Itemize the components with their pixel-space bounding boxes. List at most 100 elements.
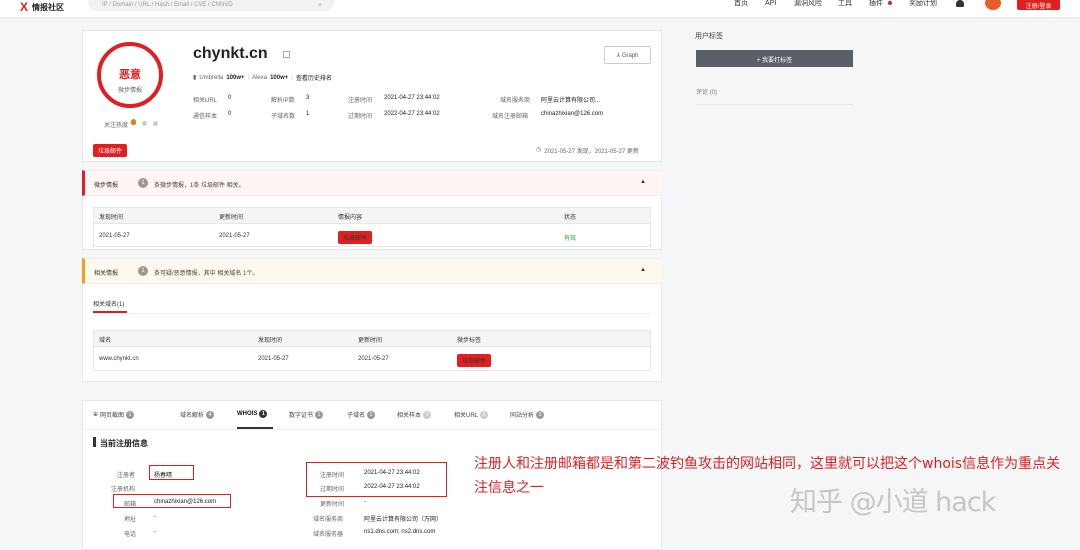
tab-samples[interactable]: 相关样本 0	[397, 410, 432, 419]
alexa-rank: 100w+	[270, 74, 289, 81]
add-tag-button[interactable]: + 我要打标签	[696, 50, 853, 67]
tab-urls[interactable]: 相关URL 0	[454, 410, 489, 419]
column-header: 更新时间	[358, 338, 383, 344]
caret-up-icon[interactable]: ▲	[640, 267, 646, 273]
stat-label: 注册时间	[348, 98, 373, 104]
highlight-box-dates	[306, 462, 447, 497]
column-header: 域名	[99, 338, 112, 344]
tab-count: 1	[126, 410, 135, 419]
tab-same-site[interactable]: 同站分析 3	[510, 410, 545, 419]
site-logo[interactable]: X 情报社区	[20, 1, 64, 13]
watermark: 知乎 @小道 hack	[790, 487, 996, 518]
spam-tag[interactable]: 垃圾邮件	[93, 144, 128, 157]
alexa-label: Alexa	[252, 74, 268, 81]
highlight-box-registrant	[149, 465, 194, 480]
registrar-value: 阿里云计算有限公司（万网）	[364, 517, 443, 523]
column-header: 微步标签	[457, 338, 482, 344]
related-count: 1	[138, 266, 148, 276]
logo-text: 情报社区	[32, 2, 65, 12]
stat-value[interactable]: 0	[228, 111, 231, 117]
column-header: 状态	[564, 215, 577, 221]
intel-content-tag[interactable]: 垃圾邮件	[338, 231, 373, 244]
whois-label: 电话	[124, 532, 137, 538]
related-desc: 条可疑/恶意情报，其中 相关域名 1个。	[154, 271, 259, 277]
globe-icon: ⊕	[93, 412, 99, 418]
nav-dot-icon	[888, 1, 892, 5]
search-input[interactable]: IP / Domain / URL / Hash / Email / CVE /…	[88, 0, 334, 11]
tab-label: 域名解析	[180, 413, 205, 419]
highlight-box-email	[113, 494, 231, 508]
stat-label: 域名注册邮箱	[492, 114, 529, 120]
tab-related-domains[interactable]: 相关域名(1)	[93, 299, 124, 308]
stat-value: 阿里云计算有限公司...	[541, 98, 601, 104]
updated-value: -	[364, 499, 366, 505]
tab-count: 4	[206, 410, 215, 419]
tab-subdomains[interactable]: 子域名 1	[347, 410, 376, 419]
nav-plugins[interactable]: 插件	[869, 0, 883, 8]
flame-icon	[131, 119, 136, 125]
tab-certificates[interactable]: 数字证书 1	[289, 410, 324, 419]
stat-value[interactable]: 0	[228, 95, 231, 101]
stat-value: chinazhixian@126.com	[541, 111, 604, 117]
column-header: 发现时间	[99, 215, 124, 221]
time-note-text: 2021-05-27 发现，2021-05-27 更新	[544, 149, 639, 155]
verdict-source: 微步情报	[117, 88, 142, 94]
caret-up-icon[interactable]: ▲	[640, 179, 646, 185]
bar-chart-icon: ▮	[193, 75, 197, 81]
stat-label: 通信样本	[193, 114, 218, 120]
address-value: -	[154, 514, 156, 520]
intel-section-header[interactable]: 微步情报 1 条微步情报，1条 垃圾邮件 相关。 ▲	[82, 170, 662, 196]
tab-whois[interactable]: WHOIS 1	[237, 410, 268, 418]
tab-label: 数字证书	[289, 413, 314, 419]
intel-title: 微步情报	[94, 183, 119, 189]
search-icon[interactable]: ⌕	[319, 2, 322, 11]
stat-label: 子域名数	[271, 114, 296, 120]
comments-count[interactable]: 评论 (0)	[696, 87, 853, 105]
tab-screenshot[interactable]: ⊕ 网页截图 1	[93, 410, 135, 419]
umbrella-label: Umbrella	[199, 74, 224, 81]
umbrella-rank: 100w+	[226, 74, 245, 81]
tab-dns[interactable]: 域名解析 4	[180, 410, 215, 419]
bell-icon[interactable]	[956, 0, 964, 7]
tab-count: 1	[315, 410, 324, 419]
nav-vuln[interactable]: 漏洞风险	[794, 0, 822, 8]
section-marker	[93, 437, 96, 447]
tab-count: 1	[367, 410, 376, 419]
column-header: 发现时间	[258, 338, 283, 344]
tab-label: 相关URL	[454, 413, 479, 419]
verdict-badge: 恶意 微步情报	[97, 42, 163, 108]
stat-value[interactable]: 1	[306, 111, 309, 117]
tab-count: 0	[480, 410, 489, 419]
divider	[82, 429, 662, 430]
login-button[interactable]: 注册/登录	[1017, 0, 1060, 10]
whois-title: 当前注册信息	[100, 439, 148, 448]
rank-history-link[interactable]: 查看历史排名	[296, 73, 332, 82]
stat-label: 过期时间	[348, 114, 373, 120]
stat-label: 解析IP数	[271, 98, 295, 104]
related-domain-link[interactable]: www.chynkt.cn	[99, 356, 139, 362]
nav-tools[interactable]: 工具	[838, 0, 852, 8]
column-header: 更新时间	[219, 215, 244, 221]
related-tag[interactable]: 垃圾邮件	[457, 354, 492, 367]
nav-home[interactable]: 首页	[734, 0, 748, 8]
graph-button[interactable]: ⅄ Graph	[604, 46, 651, 64]
tab-label: 同站分析	[510, 413, 535, 419]
stat-value[interactable]: 3	[306, 95, 309, 101]
heat-dot-icon	[153, 121, 158, 126]
tab-label: WHOIS	[237, 411, 258, 417]
whois-label: 地址	[124, 517, 137, 523]
nav-api[interactable]: API	[765, 0, 776, 8]
copy-icon[interactable]	[283, 51, 290, 58]
verdict-label: 恶意	[119, 69, 141, 81]
search-placeholder: IP / Domain / URL / Hash / Email / CVE /…	[102, 2, 233, 8]
related-section-header[interactable]: 相关情报 1 条可疑/恶意情报，其中 相关域名 1个。 ▲	[82, 258, 662, 284]
nav-rewards[interactable]: 奖励计划	[909, 0, 937, 8]
stat-value: 2021-04-27 23:44:02	[384, 95, 440, 101]
time-note: ◷ 2021-05-27 发现，2021-05-27 更新	[536, 146, 639, 155]
whois-label: 注册者	[117, 473, 136, 479]
tab-label: 网页截图	[100, 413, 125, 419]
whois-label: 注册机构	[111, 487, 136, 493]
intel-table: 发现时间 更新时间 情报内容 状态 2021-05-27 2021-05-27 …	[93, 207, 651, 247]
tab-count: 1	[259, 410, 268, 418]
found-time: 2021-05-27	[258, 356, 289, 362]
